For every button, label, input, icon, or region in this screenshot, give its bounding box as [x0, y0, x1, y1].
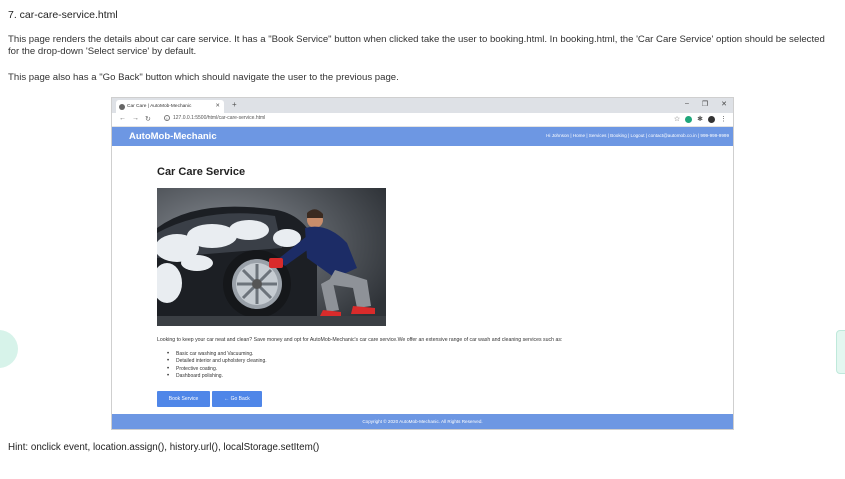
site-navbar: AutoMob-Mechanic Hi Johnson | Home | Ser…	[112, 127, 733, 146]
close-window-icon[interactable]: ✕	[721, 100, 727, 108]
side-decoration-left	[0, 330, 18, 368]
service-description: Looking to keep your car neat and clean?…	[157, 337, 563, 343]
doc-paragraph-description: This page renders the details about car …	[8, 34, 825, 57]
hint-text: Hint: onclick event, location.assign(), …	[8, 442, 320, 453]
tab-close-icon[interactable]: ✕	[215, 103, 220, 109]
favicon-icon	[119, 103, 125, 110]
url-text: 127.0.0.1:5500/html/car-care-service.htm…	[173, 115, 266, 121]
url-field[interactable]: i 127.0.0.1:5500/html/car-care-service.h…	[164, 115, 265, 121]
site-brand[interactable]: AutoMob-Mechanic	[129, 131, 217, 142]
window-controls: – ❐ ✕	[685, 100, 727, 108]
minimize-icon[interactable]: –	[685, 100, 689, 108]
address-bar: ← → ↻ i 127.0.0.1:5500/html/car-care-ser…	[112, 113, 733, 127]
book-service-button[interactable]: Book Service	[157, 391, 210, 407]
list-item: Protective coating.	[167, 366, 267, 374]
star-icon[interactable]: ☆	[674, 115, 680, 123]
nav-icons: ← → ↻	[119, 115, 151, 123]
go-back-button[interactable]: ← Go Back	[212, 391, 262, 407]
menu-icon[interactable]: ⋮	[720, 115, 727, 123]
car-wash-image	[157, 188, 386, 326]
page-title: Car Care Service	[157, 166, 246, 178]
service-feature-list: Basic car washing and Vacuuming. Detaile…	[167, 351, 267, 380]
side-decoration-right	[836, 330, 845, 374]
list-item: Basic car washing and Vacuuming.	[167, 351, 267, 359]
extension-icon[interactable]	[685, 115, 693, 123]
doc-paragraph-go-back: This page also has a "Go Back" button wh…	[8, 72, 399, 83]
extension-icons: ☆ ✱ ⋮	[674, 115, 727, 123]
reload-icon[interactable]: ↻	[145, 115, 151, 123]
list-item: Detailed interior and upholstery cleanin…	[167, 358, 267, 366]
site-nav-links[interactable]: Hi Johnson | Home | Services | Booking |…	[546, 133, 729, 138]
restore-icon[interactable]: ❐	[702, 100, 708, 108]
doc-heading: 7. car-care-service.html	[8, 9, 118, 21]
site-footer: Copyright © 2020 AutoMob-Mechanic. All R…	[112, 414, 733, 429]
list-item: Dashboard polishing.	[167, 373, 267, 381]
puzzle-icon[interactable]: ✱	[697, 115, 703, 123]
profile-icon[interactable]	[708, 115, 715, 123]
forward-arrow-icon[interactable]: →	[132, 115, 139, 123]
browser-screenshot: Car Care | AutoMob-Mechanic ✕ + – ❐ ✕ ← …	[111, 97, 734, 430]
browser-tab[interactable]: Car Care | AutoMob-Mechanic ✕	[116, 100, 224, 113]
tab-title: Car Care | AutoMob-Mechanic	[127, 104, 192, 109]
info-icon: i	[164, 115, 170, 121]
back-arrow-icon[interactable]: ←	[119, 115, 126, 123]
new-tab-icon[interactable]: +	[232, 100, 237, 109]
browser-tabbar: Car Care | AutoMob-Mechanic ✕ + – ❐ ✕	[112, 98, 733, 113]
